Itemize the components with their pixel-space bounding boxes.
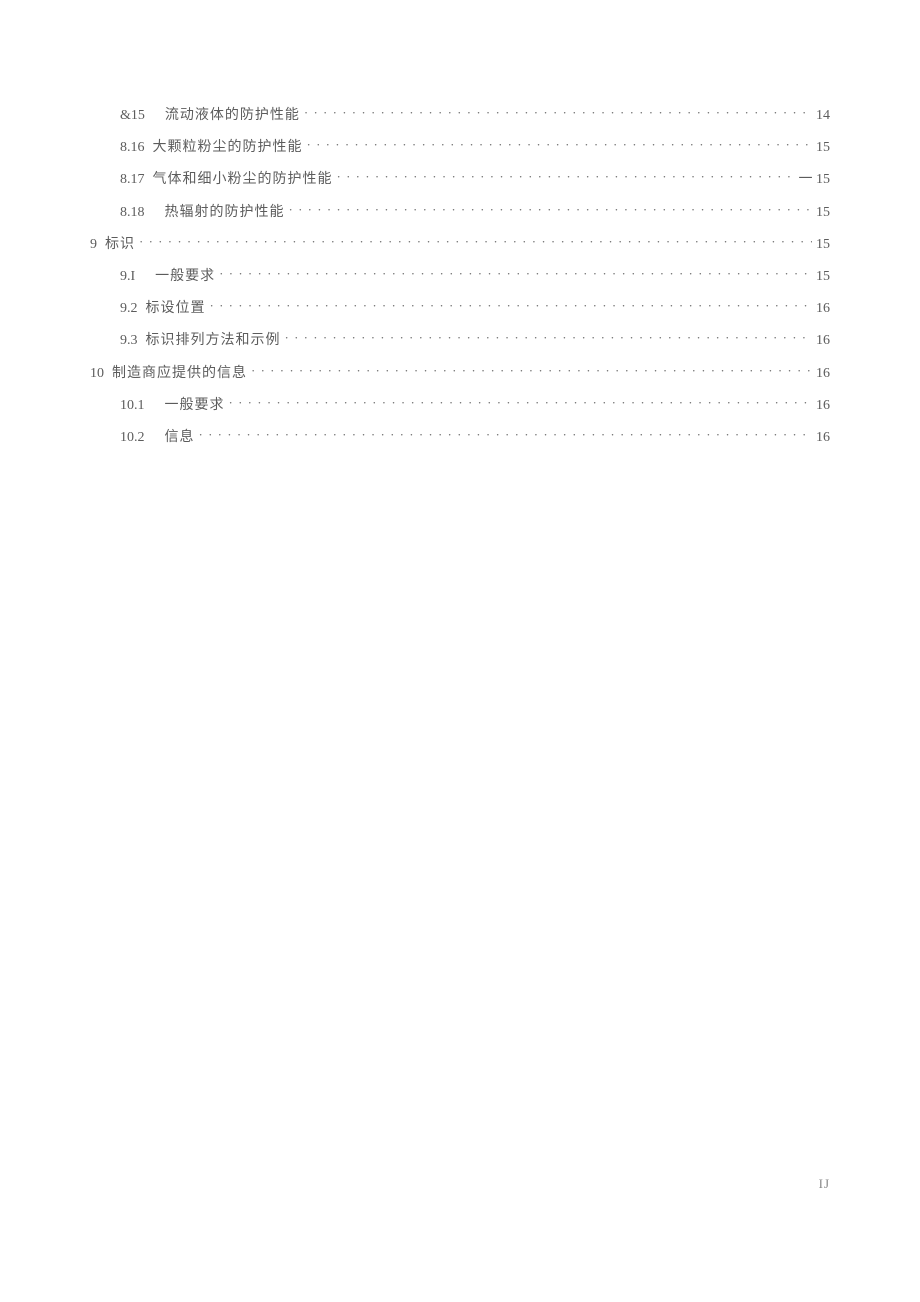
toc-entry-number: 8.17 <box>120 171 145 189</box>
toc-entry-number: 9.I <box>120 268 135 286</box>
toc-leader-dots <box>251 363 812 377</box>
toc-entry: 10.1 一般要求 16 <box>90 395 830 415</box>
toc-entry-page: 16 <box>816 429 830 447</box>
toc-entry-title: 流动液体的防护性能 <box>165 107 300 125</box>
toc-entry: 8.16 大颗粒粉尘的防护性能 15 <box>90 137 830 157</box>
toc-leader-dots <box>139 234 812 248</box>
toc-entry-title: 标设位置 <box>146 300 206 318</box>
page-number-label: IJ <box>819 1176 830 1192</box>
toc-entry-page: 16 <box>816 397 830 415</box>
toc-entry: 10.2 信息 16 <box>90 427 830 447</box>
toc-entry-title: 信息 <box>165 429 195 447</box>
toc-entry-page: 15 <box>816 268 830 286</box>
toc-entry-title: 一般要求 <box>155 268 215 286</box>
toc-entry-page: 14 <box>816 107 830 125</box>
toc-entry: 8.17 气体和细小粉尘的防护性能 一 15 <box>90 169 830 189</box>
toc-entry-title: 一般要求 <box>165 397 225 415</box>
toc-leader-dots <box>210 298 813 312</box>
toc-leader-dots <box>285 330 813 344</box>
toc-entry-page: 15 <box>816 204 830 222</box>
toc-entry-page: 15 <box>816 236 830 254</box>
toc-entry-title: 大颗粒粉尘的防护性能 <box>153 139 303 157</box>
toc-entry-title: 制造商应提供的信息 <box>112 365 247 383</box>
toc-entry-number: 8.16 <box>120 139 145 157</box>
toc-leader-dots <box>289 202 813 216</box>
toc-leader-dots <box>337 169 795 183</box>
toc-leader-dots <box>199 427 813 441</box>
toc-entry: 9.3 标识排列方法和示例 16 <box>90 330 830 350</box>
toc-leader-dots <box>229 395 813 409</box>
toc-leader-dots <box>307 137 813 151</box>
toc-leader-dots <box>219 266 812 280</box>
toc-entry-page: 16 <box>816 300 830 318</box>
toc-entry-number: &15 <box>120 107 145 125</box>
toc-entry: 10 制造商应提供的信息 16 <box>90 363 830 383</box>
toc-entry-title: 气体和细小粉尘的防护性能 <box>153 171 333 189</box>
toc-entry: &15 流动液体的防护性能 14 <box>90 105 830 125</box>
toc-entry-number: 10 <box>90 365 104 383</box>
toc-entry-title: 标识排列方法和示例 <box>146 332 281 350</box>
toc-entry-number: 9.2 <box>120 300 138 318</box>
toc-entry-number: 9.3 <box>120 332 138 350</box>
toc-entry-title: 标识 <box>105 236 135 254</box>
toc-entry-page: 15 <box>816 139 830 157</box>
toc-entry-page: 16 <box>816 332 830 350</box>
toc-leader-dots <box>304 105 812 119</box>
toc-entry-number: 10.2 <box>120 429 145 447</box>
toc-entry-title: 热辐射的防护性能 <box>165 204 285 222</box>
toc-entry-page: 一 15 <box>799 171 831 189</box>
toc-entry: 9.I 一般要求 15 <box>90 266 830 286</box>
toc-entry: 9.2 标设位置 16 <box>90 298 830 318</box>
toc-entry-page: 16 <box>816 365 830 383</box>
table-of-contents: &15 流动液体的防护性能 14 8.16 大颗粒粉尘的防护性能 15 8.17 气体和细小粉… <box>90 105 830 447</box>
toc-entry: 8.18 热辐射的防护性能 15 <box>90 202 830 222</box>
toc-entry-number: 10.1 <box>120 397 145 415</box>
toc-entry-number: 8.18 <box>120 204 145 222</box>
toc-entry-number: 9 <box>90 236 97 254</box>
toc-entry: 9 标识 15 <box>90 234 830 254</box>
